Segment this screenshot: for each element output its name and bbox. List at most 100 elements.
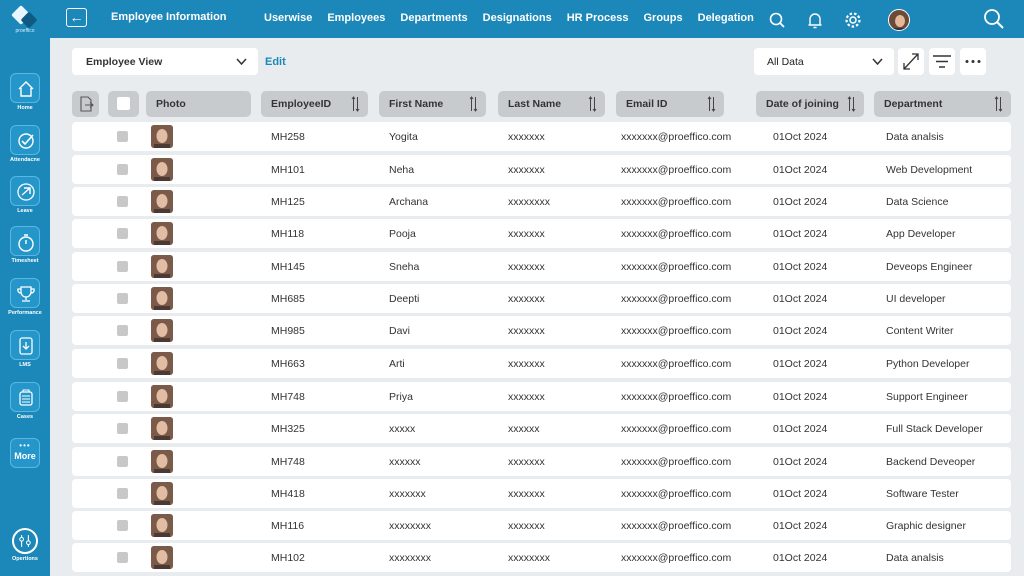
cell-dept: Deveops Engineer	[886, 261, 973, 273]
header-label: Date of joining	[766, 98, 839, 110]
table-row[interactable]: MH748 Priya xxxxxxx xxxxxxx@proeffico.com 01…	[72, 382, 1011, 411]
cell-dept: Data analsis	[886, 131, 944, 143]
nav-hr-process[interactable]: HR Process	[567, 12, 629, 24]
table-row[interactable]: MH145 Sneha xxxxxxx xxxxxxx@proeffico.com 01…	[72, 252, 1011, 281]
search-icon[interactable]	[766, 9, 788, 31]
table-row[interactable]: MH125 Archana xxxxxxxx xxxxxxx@proeffico.co…	[72, 187, 1011, 216]
employee-photo	[151, 190, 173, 213]
sort-icon[interactable]	[588, 96, 597, 112]
top-bar: ← Employee Information Userwise Employee…	[50, 0, 1024, 38]
row-checkbox[interactable]	[117, 261, 128, 272]
user-avatar[interactable]	[888, 9, 910, 31]
cell-id: MH325	[271, 423, 305, 435]
row-checkbox[interactable]	[117, 552, 128, 563]
sidebar-item-home[interactable]: Home	[0, 73, 50, 111]
more-options-button[interactable]	[960, 48, 986, 75]
sort-icon[interactable]	[847, 96, 856, 112]
table-row[interactable]: MH418 xxxxxxx xxxxxxx xxxxxxx@proeffico.com…	[72, 479, 1011, 508]
sort-icon[interactable]	[707, 96, 716, 112]
sidebar-item-leave[interactable]: Leave	[0, 176, 50, 214]
nav-employees[interactable]: Employees	[327, 12, 385, 24]
more-button[interactable]: ••• More	[10, 438, 40, 468]
table-row[interactable]: MH116 xxxxxxxx xxxxxxx xxxxxxx@proeffico.co…	[72, 511, 1011, 540]
header-employee-id[interactable]: EmployeeID	[261, 91, 368, 117]
select-all-checkbox[interactable]	[117, 97, 130, 110]
cell-id: MH125	[271, 196, 305, 208]
view-select[interactable]: Employee View	[72, 48, 258, 75]
export-header-button[interactable]	[72, 91, 99, 117]
employee-photo	[151, 222, 173, 245]
cell-dept: Software Tester	[886, 488, 959, 500]
cell-doj: 01Oct 2024	[773, 164, 828, 176]
nav-delegation[interactable]: Delegation	[698, 12, 754, 24]
row-checkbox[interactable]	[117, 423, 128, 434]
download-icon	[10, 330, 40, 360]
header-department[interactable]: Department	[874, 91, 1011, 117]
cell-doj: 01Oct 2024	[773, 228, 828, 240]
cell-first: Neha	[389, 164, 415, 176]
operations-button[interactable]: Opertions	[0, 528, 50, 562]
cell-last: xxxxxxx	[508, 131, 545, 143]
table-row[interactable]: MH118 Pooja xxxxxxx xxxxxxx@proeffico.com 01…	[72, 219, 1011, 248]
nav-designations[interactable]: Designations	[483, 12, 552, 24]
nav-groups[interactable]: Groups	[644, 12, 683, 24]
table-row[interactable]: MH258 Yogita xxxxxxx xxxxxxx@proeffico.com 0…	[72, 122, 1011, 151]
briefcase-icon	[10, 382, 40, 412]
expand-button[interactable]	[898, 48, 924, 75]
cell-first: Pooja	[389, 228, 416, 240]
header-first-name[interactable]: First Name	[379, 91, 486, 117]
header-last-name[interactable]: Last Name	[498, 91, 605, 117]
edit-link[interactable]: Edit	[265, 56, 286, 68]
table-row[interactable]: MH102 xxxxxxxx xxxxxxxx xxxxxxx@proeffico.c…	[72, 543, 1011, 572]
sort-icon[interactable]	[351, 96, 360, 112]
cell-last: xxxxxxx	[508, 391, 545, 403]
table-row[interactable]: MH748 xxxxxx xxxxxxx xxxxxxx@proeffico.com 0…	[72, 447, 1011, 476]
row-checkbox[interactable]	[117, 358, 128, 369]
filter-button[interactable]	[929, 48, 955, 75]
row-checkbox[interactable]	[117, 520, 128, 531]
table-row[interactable]: MH101 Neha xxxxxxx xxxxxxx@proeffico.com 01O…	[72, 155, 1011, 184]
sidebar-item-attendance[interactable]: Attendacne	[0, 125, 50, 163]
data-filter-select[interactable]: All Data	[754, 48, 894, 75]
cell-doj: 01Oct 2024	[773, 358, 828, 370]
sidebar-item-performance[interactable]: Performance	[0, 278, 50, 316]
sidebar-label: Attendacne	[10, 157, 40, 163]
row-checkbox[interactable]	[117, 456, 128, 467]
row-checkbox[interactable]	[117, 293, 128, 304]
nav-departments[interactable]: Departments	[400, 12, 467, 24]
row-checkbox[interactable]	[117, 228, 128, 239]
employee-photo	[151, 319, 173, 342]
row-checkbox[interactable]	[117, 391, 128, 402]
back-button[interactable]: ←	[66, 8, 87, 27]
row-checkbox[interactable]	[117, 196, 128, 207]
cell-dept: Support Engineer	[886, 391, 968, 403]
row-checkbox[interactable]	[117, 164, 128, 175]
table-row[interactable]: MH685 Deepti xxxxxxx xxxxxxx@proeffico.com 0…	[72, 284, 1011, 313]
row-checkbox[interactable]	[117, 488, 128, 499]
sidebar-label: Timesheet	[11, 258, 39, 264]
row-checkbox[interactable]	[117, 325, 128, 336]
header-label: Photo	[156, 98, 186, 110]
header-date-of-joining[interactable]: Date of joining	[756, 91, 864, 117]
employee-photo	[151, 450, 173, 473]
search-large-icon[interactable]	[982, 7, 1006, 31]
sidebar-item-cases[interactable]: Cases	[0, 382, 50, 420]
filter-icon	[933, 55, 951, 68]
table-row[interactable]: MH325 xxxxx xxxxxx xxxxxxx@proeffico.com 01O…	[72, 414, 1011, 443]
cell-dept: Backend Deveoper	[886, 456, 976, 468]
table-row[interactable]: MH985 Davi xxxxxxx xxxxxxx@proeffico.com 01O…	[72, 316, 1011, 345]
sidebar-item-lms[interactable]: LMS	[0, 330, 50, 368]
data-select-value: All Data	[767, 56, 804, 68]
nav-userwise[interactable]: Userwise	[264, 12, 312, 24]
cell-dept: Data analsis	[886, 552, 944, 564]
cell-last: xxxxxxxx	[508, 552, 550, 564]
header-email-id[interactable]: Email ID	[616, 91, 724, 117]
bell-icon[interactable]	[804, 9, 826, 31]
row-checkbox[interactable]	[117, 131, 128, 142]
gear-icon[interactable]	[842, 9, 864, 31]
sidebar-item-timesheet[interactable]: Timesheet	[0, 226, 50, 264]
sort-icon[interactable]	[469, 96, 478, 112]
table-row[interactable]: MH663 Arti xxxxxxx xxxxxxx@proeffico.com 01O…	[72, 349, 1011, 378]
sort-icon[interactable]	[994, 96, 1003, 112]
cell-email: xxxxxxx@proeffico.com	[621, 456, 732, 468]
